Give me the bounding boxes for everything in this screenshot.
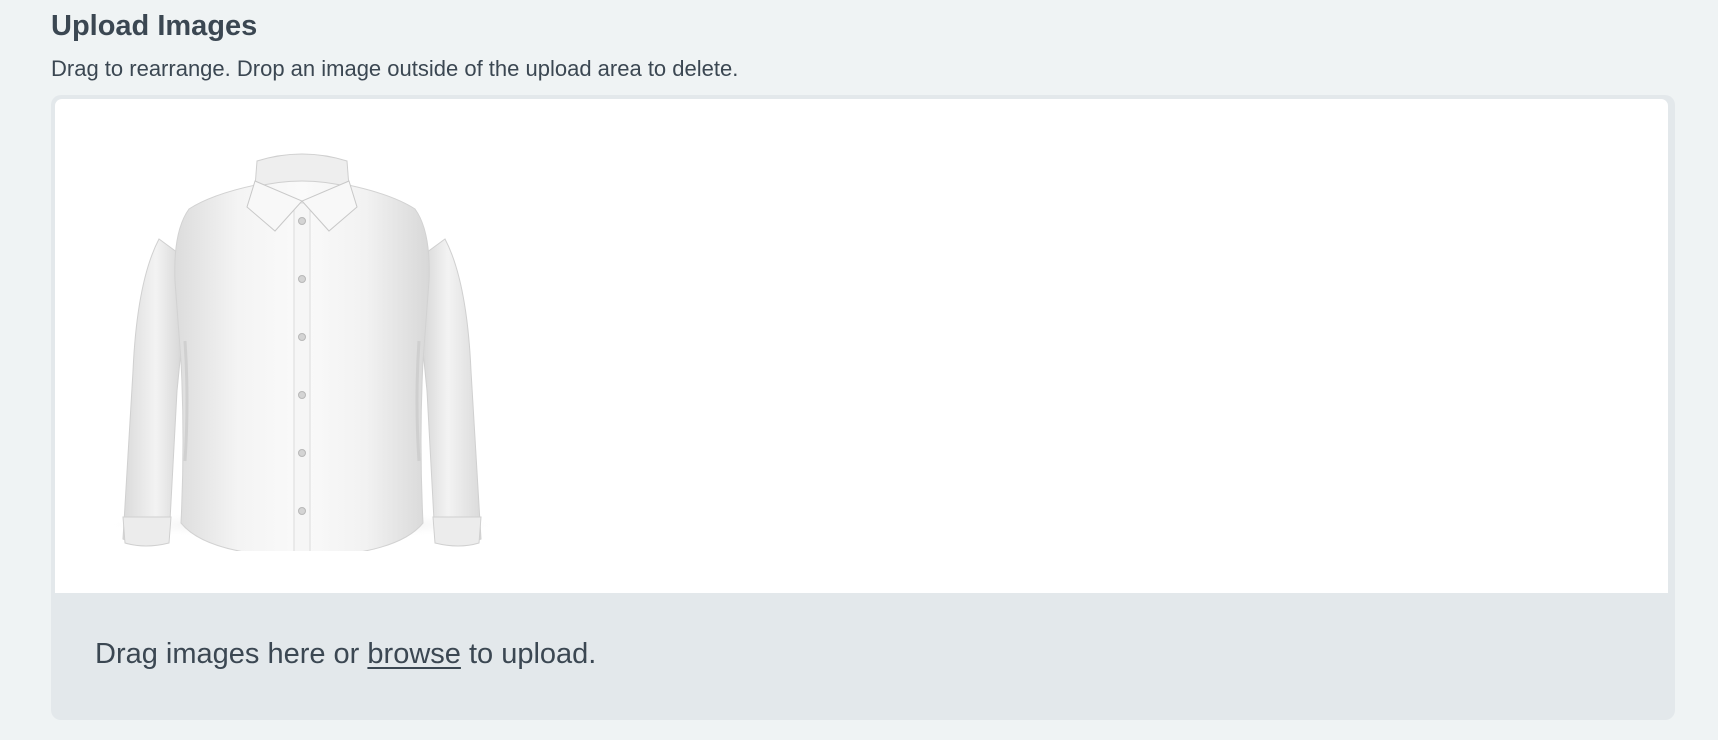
dropzone-suffix-text: to upload. bbox=[460, 638, 597, 670]
dropzone-instructions: Drag images here or browse to upload. bbox=[95, 634, 596, 674]
dropzone-prefix-text: Drag images here or bbox=[95, 638, 368, 670]
image-preview-area[interactable] bbox=[55, 99, 1668, 593]
uploaded-image-thumbnail[interactable] bbox=[97, 141, 507, 551]
section-instructions: Drag to rearrange. Drop an image outside… bbox=[51, 56, 739, 81]
browse-link[interactable]: browse bbox=[367, 638, 461, 670]
section-title: Upload Images bbox=[51, 10, 258, 42]
upload-dropzone[interactable]: Drag images here or browse to upload. bbox=[51, 95, 1675, 720]
shirt-image bbox=[97, 153, 507, 551]
